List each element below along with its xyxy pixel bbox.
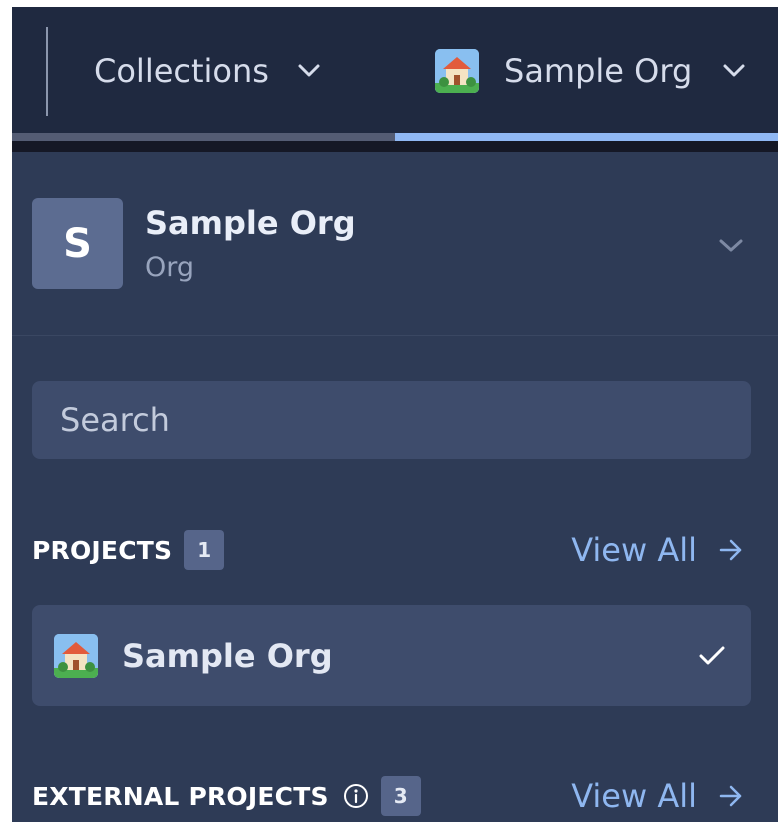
org-header[interactable]: S Sample Org Org bbox=[12, 152, 778, 336]
checkmark-icon bbox=[699, 646, 725, 664]
external-projects-title: EXTERNAL PROJECTS bbox=[32, 781, 329, 811]
tab-progress-fill bbox=[395, 133, 778, 141]
projects-count-badge: 1 bbox=[184, 530, 225, 570]
topbar-shadow bbox=[12, 141, 778, 152]
house-icon bbox=[54, 633, 98, 678]
org-switcher-label: Sample Org bbox=[504, 52, 693, 90]
chevron-down-icon bbox=[298, 64, 320, 77]
topbar-divider bbox=[46, 27, 48, 116]
projects-title: PROJECTS bbox=[32, 535, 173, 565]
chevron-down-icon bbox=[723, 64, 745, 77]
info-icon[interactable] bbox=[343, 783, 369, 809]
collections-menu[interactable]: Collections bbox=[94, 49, 321, 93]
list-item[interactable]: Sample Org bbox=[32, 605, 751, 706]
top-bar: Collections Sample Org bbox=[12, 7, 778, 133]
project-name: Sample Org bbox=[122, 636, 333, 675]
projects-view-all-link[interactable]: View All bbox=[571, 531, 743, 569]
collections-label: Collections bbox=[94, 52, 269, 90]
org-type: Org bbox=[145, 252, 195, 283]
tab-progress-bar bbox=[12, 133, 778, 141]
arrow-right-icon bbox=[719, 785, 742, 807]
external-projects-count-badge: 3 bbox=[380, 776, 421, 816]
external-projects-view-all-link[interactable]: View All bbox=[571, 777, 743, 815]
avatar: S bbox=[32, 198, 123, 289]
view-all-label: View All bbox=[571, 531, 697, 569]
search-input[interactable] bbox=[32, 381, 751, 459]
org-name: Sample Org bbox=[145, 204, 356, 242]
view-all-label: View All bbox=[571, 777, 697, 815]
project-switcher-panel: Collections Sample Org S Sample Org Org … bbox=[12, 7, 778, 822]
projects-section-header: PROJECTS 1 View All bbox=[32, 528, 751, 572]
chevron-down-icon[interactable] bbox=[718, 238, 744, 254]
arrow-right-icon bbox=[719, 539, 742, 561]
org-switcher[interactable]: Sample Org bbox=[435, 49, 746, 93]
house-icon bbox=[435, 49, 479, 93]
external-projects-section-header: EXTERNAL PROJECTS 3 View All bbox=[32, 774, 751, 818]
